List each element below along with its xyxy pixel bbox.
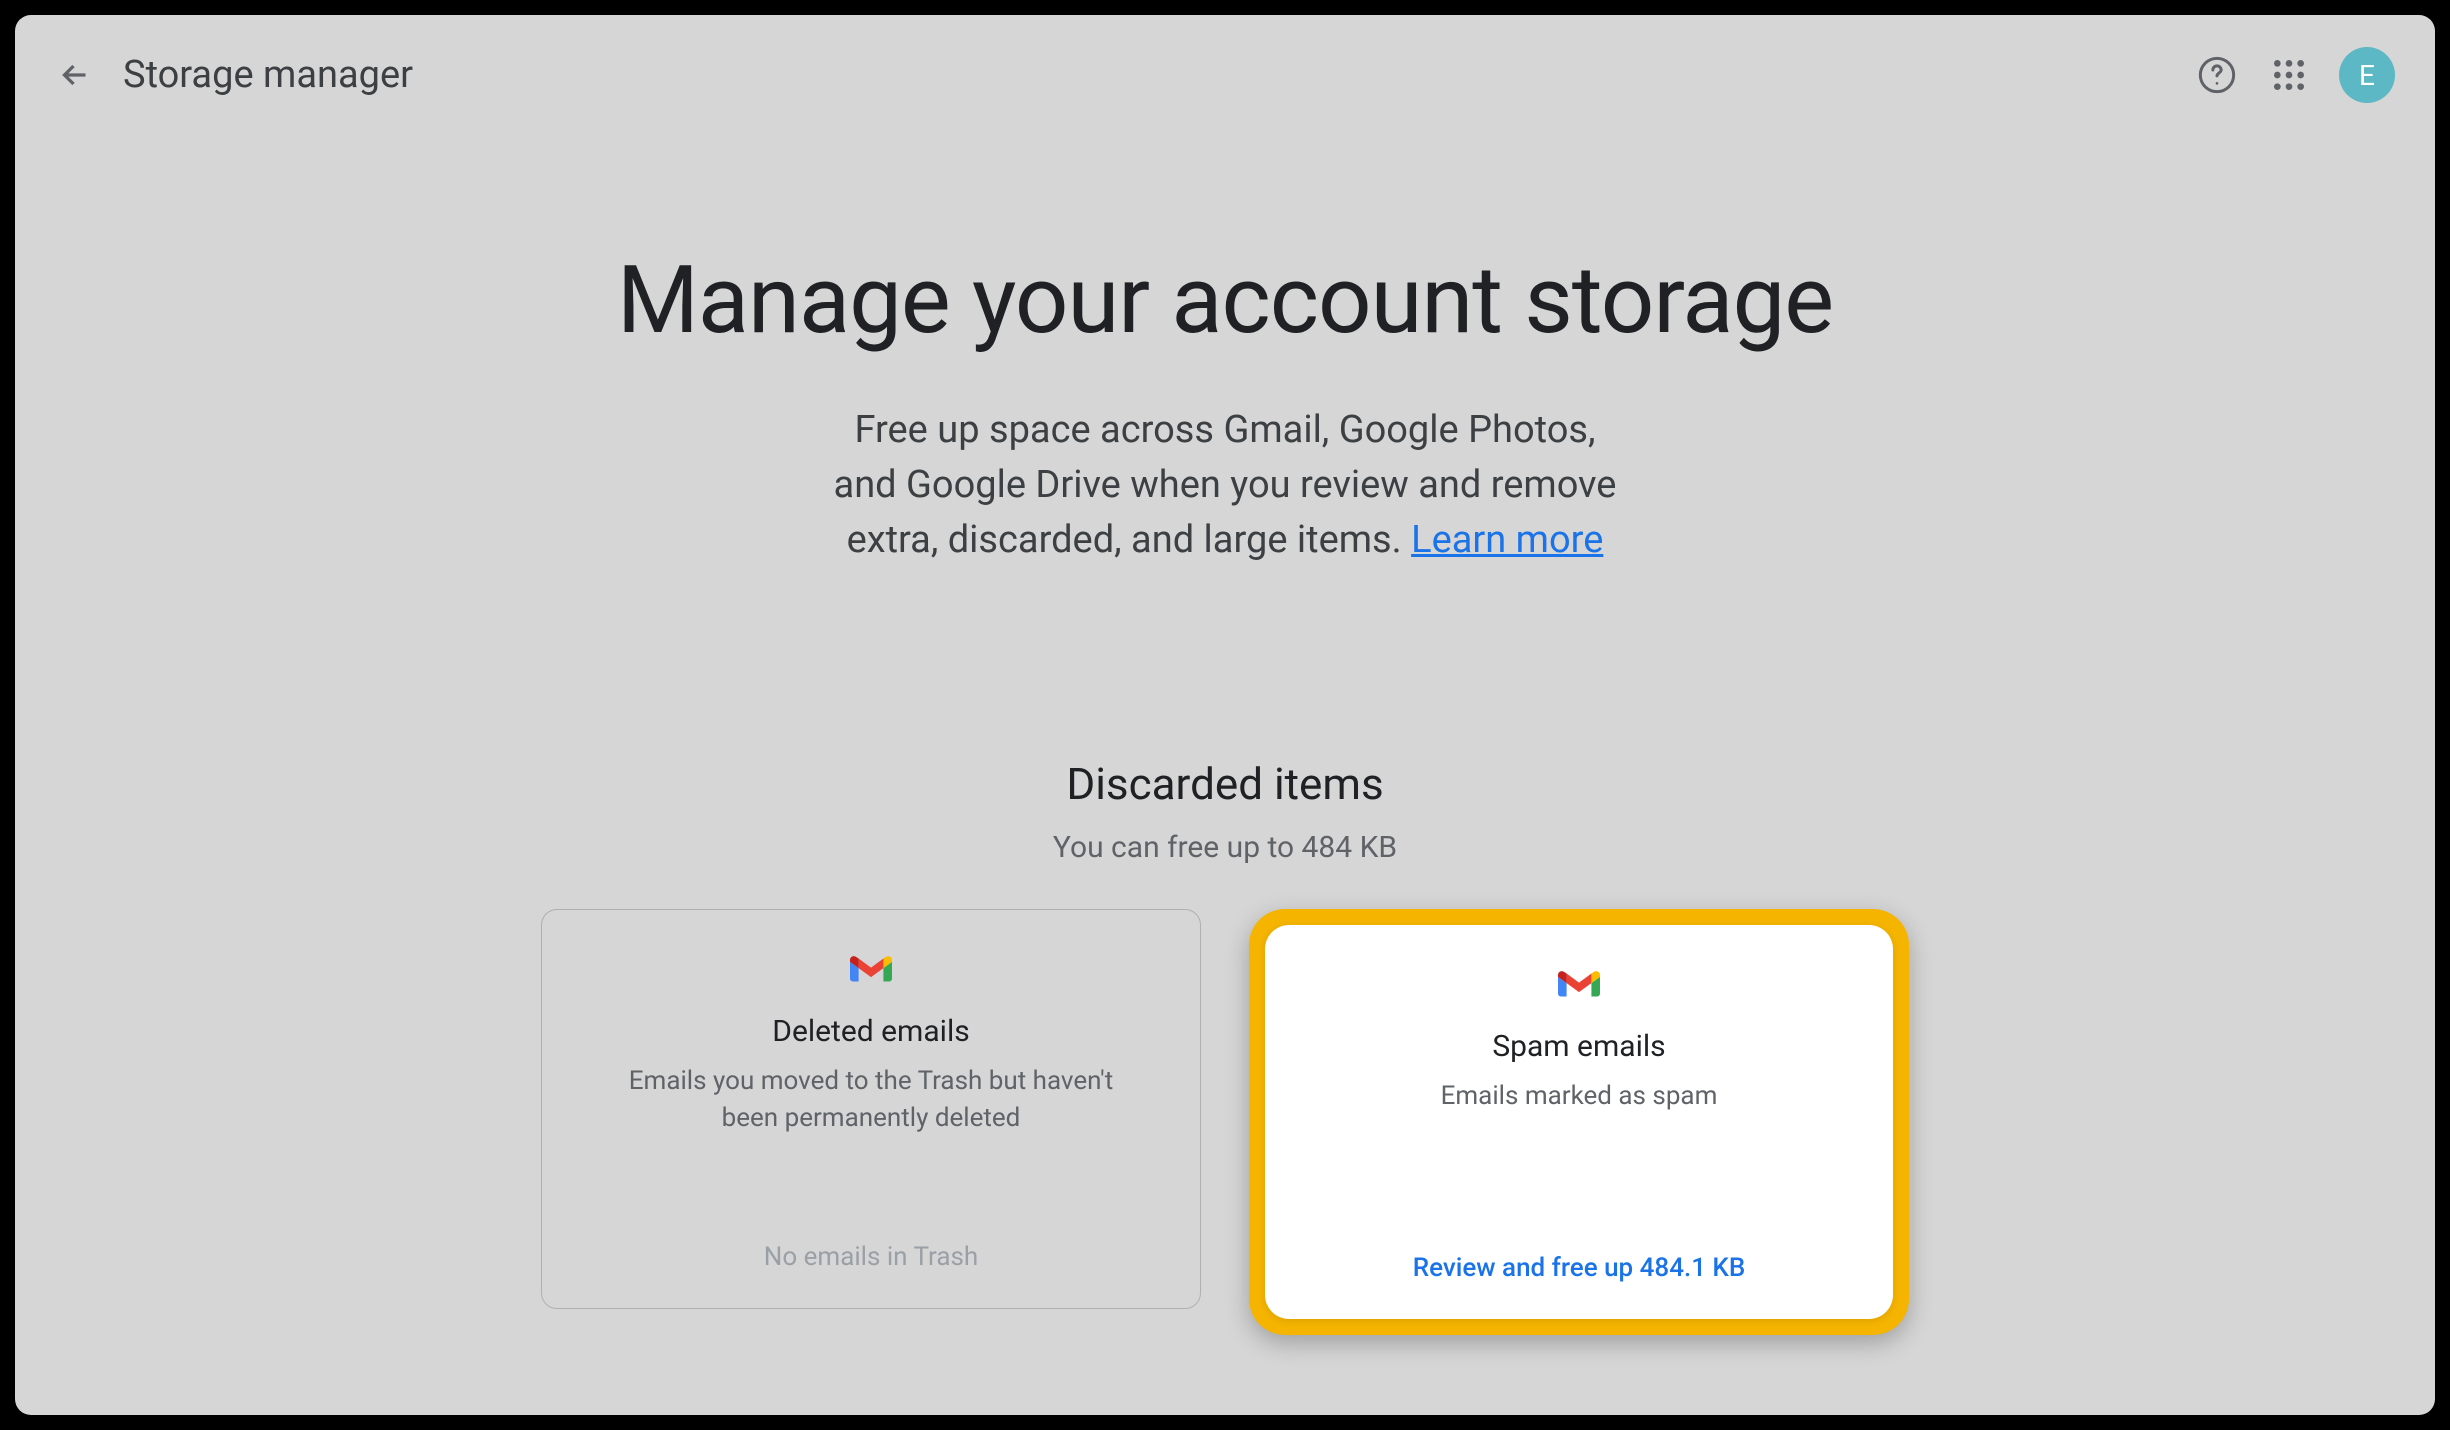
avatar[interactable]: E: [2339, 47, 2395, 103]
main-description: Free up space across Gmail, Google Photo…: [834, 403, 1617, 568]
avatar-initial: E: [2359, 59, 2375, 92]
gmail-icon: [850, 954, 892, 986]
section-subtitle: You can free up to 484 KB: [1053, 830, 1397, 865]
deleted-card-footer: No emails in Trash: [764, 1242, 978, 1272]
deleted-emails-card[interactable]: Deleted emails Emails you moved to the T…: [541, 909, 1201, 1309]
deleted-card-desc: Emails you moved to the Trash but haven'…: [601, 1063, 1141, 1136]
spam-card-highlight: Spam emails Emails marked as spam Review…: [1249, 909, 1909, 1335]
cards-row: Deleted emails Emails you moved to the T…: [541, 909, 1909, 1335]
storage-manager-window: Storage manager E Mana: [15, 15, 2435, 1415]
spam-card-desc: Emails marked as spam: [1441, 1078, 1718, 1114]
section-title: Discarded items: [1066, 758, 1383, 810]
header-right: E: [2195, 47, 2395, 103]
header: Storage manager E: [15, 15, 2435, 135]
spam-review-action[interactable]: Review and free up 484.1 KB: [1413, 1253, 1746, 1283]
header-left: Storage manager: [55, 53, 413, 97]
main-heading: Manage your account storage: [617, 245, 1833, 355]
spam-emails-card[interactable]: Spam emails Emails marked as spam Review…: [1265, 925, 1893, 1319]
deleted-card-title: Deleted emails: [772, 1014, 970, 1049]
main-content: Manage your account storage Free up spac…: [15, 135, 2435, 1335]
page-title: Storage manager: [123, 53, 413, 97]
back-arrow-icon[interactable]: [55, 55, 95, 95]
desc-line2: and Google Drive when you review and rem…: [834, 463, 1617, 507]
desc-line3: extra, discarded, and large items.: [847, 518, 1412, 562]
desc-line1: Free up space across Gmail, Google Photo…: [854, 408, 1595, 452]
gmail-icon: [1558, 969, 1600, 1001]
help-icon[interactable]: [2195, 53, 2239, 97]
apps-grid-icon[interactable]: [2267, 53, 2311, 97]
learn-more-link[interactable]: Learn more: [1411, 518, 1603, 562]
spam-card-title: Spam emails: [1492, 1029, 1665, 1064]
